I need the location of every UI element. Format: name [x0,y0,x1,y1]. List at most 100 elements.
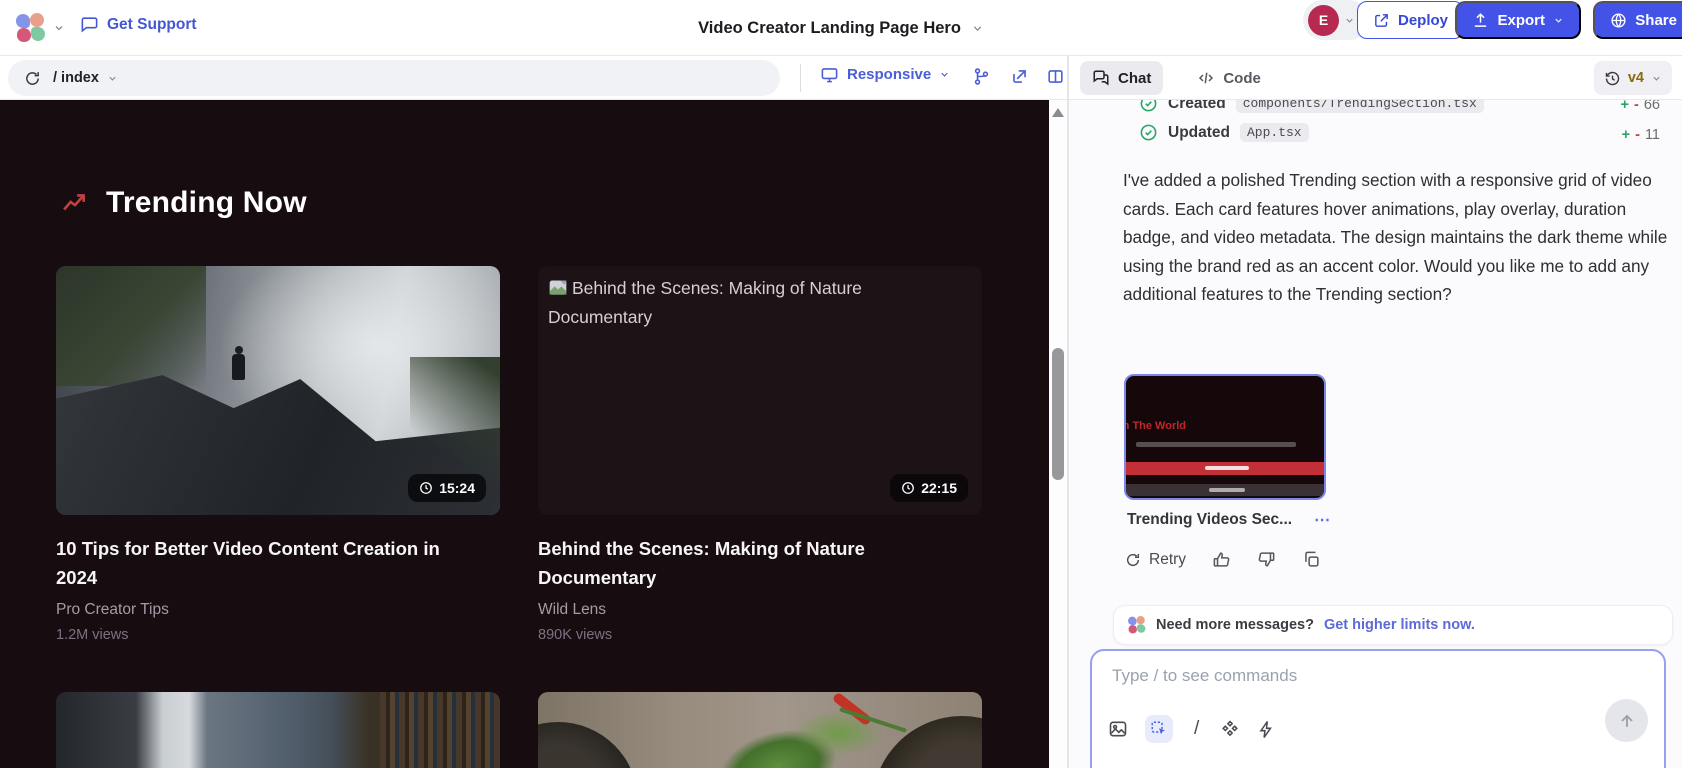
app-logo-icon [16,13,46,43]
assistant-message: I've added a polished Trending section w… [1123,166,1681,309]
open-in-new-tab-icon[interactable] [1010,67,1029,86]
trending-section-header: Trending Now [60,186,307,220]
route-path-label: / index [53,70,99,86]
file-change-row[interactable]: Updated App.tsx [1139,123,1309,142]
input-toolbar: / [1108,715,1276,743]
video-title[interactable]: 10 Tips for Better Video Content Creatio… [56,534,466,592]
chevron-down-icon [1651,73,1662,84]
diff-stat: +-66 [1621,100,1660,113]
duration-label: 22:15 [921,480,957,496]
video-card[interactable]: 15:24 10 Tips for Better Video Content C… [56,266,500,643]
panel-tabs: Chat Code [1080,61,1273,95]
version-history-button[interactable]: v4 [1594,61,1672,95]
send-button[interactable] [1605,699,1648,742]
video-card[interactable]: Behind the Scenes: Making of Nature Docu… [538,266,982,643]
external-link-icon [1373,12,1390,29]
attachment-red-button [1126,462,1326,475]
higher-limits-link[interactable]: Get higher limits now. [1324,617,1475,633]
thumbs-down-icon[interactable] [1257,550,1276,569]
share-button[interactable]: Share [1593,1,1682,39]
toolbar: / index Responsive Chat Code v4 [0,56,1682,100]
chat-bubbles-icon [1092,69,1110,87]
diff-minus: - [1634,100,1639,113]
attachment-label-row: Trending Videos Sec... ⋯ [1127,510,1331,530]
attach-image-icon[interactable] [1108,719,1128,739]
project-title-menu[interactable]: Video Creator Landing Page Hero [698,0,984,56]
chevron-down-icon [939,69,950,80]
chevron-down-icon [1344,15,1355,26]
video-thumbnail[interactable]: Behind the Scenes: Making of Nature Docu… [538,266,982,515]
file-action-label: Created [1168,100,1226,113]
video-channel: Wild Lens [538,601,982,619]
clock-icon [901,481,915,495]
arrow-up-icon [1617,711,1637,731]
deploy-label: Deploy [1398,12,1448,29]
get-support-link[interactable]: Get Support [80,15,197,34]
slash-command-button[interactable]: / [1190,718,1203,740]
scrollbar-thumb[interactable] [1052,348,1064,480]
chevron-down-icon [107,73,118,84]
diff-plus: + [1622,127,1630,143]
select-cursor-icon [1150,720,1168,738]
app-preview-pane: Trending Now 15:24 10 Tips for Better Vi… [0,100,1049,768]
scroll-up-arrow[interactable] [1052,108,1064,117]
responsive-mode-select[interactable]: Responsive [820,65,950,84]
attachment-preview-card[interactable]: th The World [1124,374,1326,500]
app-window: Get Support Video Creator Landing Page H… [0,0,1682,768]
divider [800,64,801,92]
integrations-icon[interactable] [1220,719,1240,739]
preview-scrollbar[interactable] [1049,100,1067,768]
export-button[interactable]: Export [1455,1,1581,39]
more-options-button[interactable]: ⋯ [1314,510,1331,530]
check-circle-icon [1139,100,1158,113]
clock-icon [419,481,433,495]
route-path[interactable]: / index [53,70,118,86]
attachment-name[interactable]: Trending Videos Sec... [1127,511,1292,529]
tab-code[interactable]: Code [1185,61,1273,95]
thumbs-up-icon[interactable] [1212,550,1231,569]
video-thumbnail[interactable]: 15:24 [56,266,500,515]
component-tree-icon[interactable] [972,67,991,86]
video-thumbnail-partial[interactable] [56,692,500,768]
panel-divider [1067,56,1069,768]
responsive-label: Responsive [847,66,931,83]
chevron-down-icon [971,22,984,35]
deploy-button[interactable]: Deploy [1357,1,1464,39]
select-element-button[interactable] [1145,715,1173,743]
video-title[interactable]: Behind the Scenes: Making of Nature Docu… [538,534,948,592]
attachment-tagline-placeholder [1136,442,1296,447]
code-icon [1197,69,1215,87]
retry-button[interactable]: Retry [1125,551,1186,569]
message-actions: Retry [1125,550,1321,569]
video-thumbnail-partial[interactable] [538,692,982,768]
code-tab-label: Code [1223,70,1261,87]
monitor-icon [820,65,839,84]
retry-label: Retry [1149,551,1186,569]
broken-image-icon [548,278,568,298]
chat-panel: Created components/TrendingSection.tsx +… [1069,100,1682,768]
refresh-icon[interactable] [24,70,41,87]
upgrade-banner[interactable]: Need more messages? Get higher limits no… [1113,605,1673,645]
globe-icon [1610,12,1627,29]
diff-count: 11 [1645,127,1660,143]
file-name-chip: components/TrendingSection.tsx [1236,100,1484,113]
chat-input[interactable]: Type / to see commands / [1090,649,1666,768]
diff-count: 66 [1644,100,1660,113]
banner-text: Need more messages? [1156,617,1314,633]
export-label: Export [1497,12,1545,29]
copy-icon[interactable] [1302,550,1321,569]
get-support-label: Get Support [107,16,197,34]
attachment-heading: th The World [1124,420,1186,432]
file-change-row[interactable]: Created components/TrendingSection.tsx [1139,100,1484,113]
video-views: 890K views [538,627,982,643]
tab-chat[interactable]: Chat [1080,61,1163,95]
upload-icon [1472,12,1489,29]
chat-input-placeholder: Type / to see commands [1112,666,1297,686]
file-name-chip: App.tsx [1240,123,1309,142]
workspace-menu[interactable] [16,13,65,43]
lightning-icon[interactable] [1257,720,1276,739]
video-views: 1.2M views [56,627,500,643]
preview-url-bar[interactable]: / index [8,60,780,96]
duration-label: 15:24 [439,480,475,496]
split-columns-icon[interactable] [1046,67,1065,86]
